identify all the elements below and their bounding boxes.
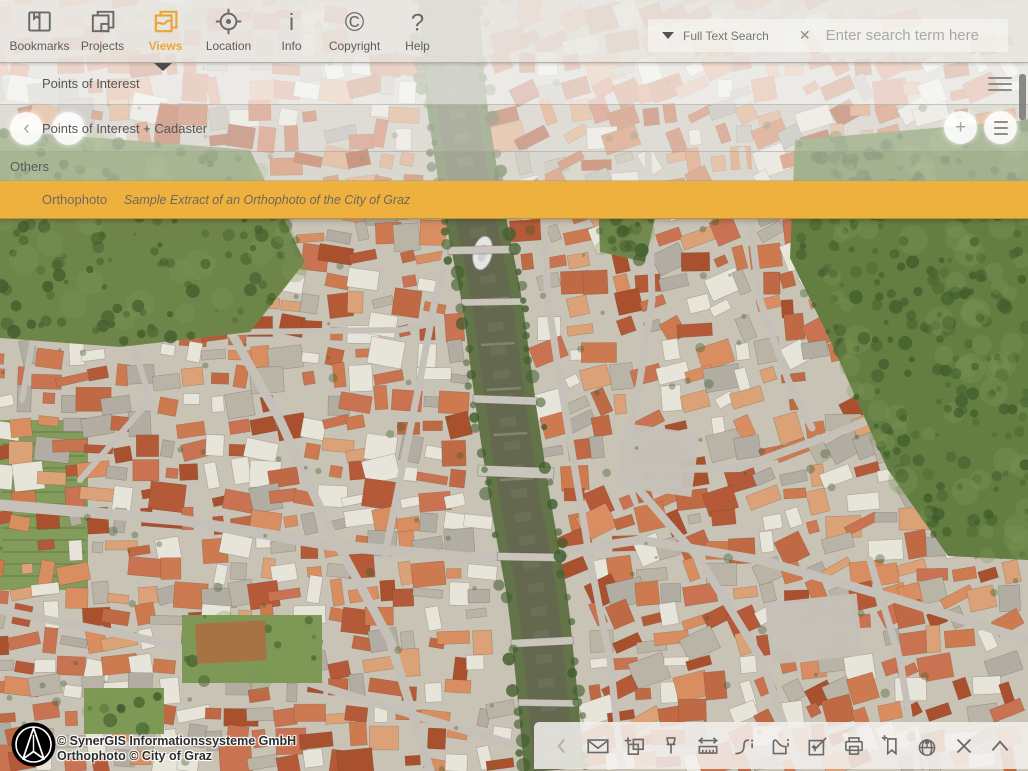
location-icon bbox=[214, 7, 243, 36]
toolbar-item-label: Help bbox=[405, 39, 430, 53]
toolbar-item-bookmarks[interactable]: Bookmarks bbox=[8, 7, 71, 53]
add-bookmark-icon[interactable] bbox=[878, 733, 904, 759]
edit-icon[interactable] bbox=[805, 733, 831, 759]
toolbar-item-label: Copyright bbox=[329, 39, 380, 53]
search-input[interactable] bbox=[824, 26, 1027, 45]
measure-icon[interactable] bbox=[695, 733, 721, 759]
toolbar-item-label: Info bbox=[281, 39, 301, 53]
toolbar-item-projects[interactable]: Projects bbox=[71, 7, 134, 53]
view-row-label: Points of Interest + Cadaster bbox=[42, 121, 207, 136]
view-group-others[interactable]: Others bbox=[0, 152, 1028, 181]
map-application: Bookmarks Projects Views Location bbox=[0, 0, 1028, 771]
chevron-left-icon: ‹ bbox=[23, 119, 29, 138]
bookmarks-icon bbox=[25, 7, 54, 36]
svg-text:i: i bbox=[289, 9, 294, 35]
globe-icon[interactable] bbox=[914, 733, 940, 759]
close-icon[interactable] bbox=[951, 733, 977, 759]
search-bar: Full Text Search ✕ bbox=[648, 19, 1008, 52]
search-mode-label[interactable]: Full Text Search bbox=[683, 29, 769, 43]
view-group-label: Others bbox=[10, 159, 49, 174]
menu-icon bbox=[994, 121, 1008, 135]
toolbar-item-location[interactable]: Location bbox=[197, 7, 260, 53]
previous-view-button[interactable]: ‹ bbox=[10, 112, 43, 145]
bottom-toolbar bbox=[534, 722, 1028, 769]
svg-text:?: ? bbox=[411, 10, 424, 36]
mail-icon[interactable] bbox=[585, 733, 611, 759]
pin-icon[interactable] bbox=[658, 733, 684, 759]
back-icon[interactable] bbox=[549, 733, 575, 759]
selected-view-description: Sample Extract of an Orthophoto of the C… bbox=[124, 193, 410, 207]
area-info-icon[interactable] bbox=[768, 733, 794, 759]
projects-icon bbox=[88, 7, 117, 36]
views-icon bbox=[151, 7, 180, 36]
collapse-icon[interactable] bbox=[987, 733, 1013, 759]
toolbar-item-info[interactable]: i Info bbox=[260, 7, 323, 53]
toolbar-item-label: Views bbox=[149, 39, 183, 53]
search-clear-icon[interactable]: ✕ bbox=[799, 27, 811, 44]
toolbar-item-label: Location bbox=[206, 39, 251, 53]
info-icon: i bbox=[277, 7, 306, 36]
line-info-icon[interactable] bbox=[731, 733, 757, 759]
copyright-icon: © bbox=[340, 7, 369, 36]
add-layers-icon[interactable] bbox=[622, 733, 648, 759]
active-tool-pointer bbox=[154, 63, 172, 71]
map-attribution: © SynerGIS Informationssysteme GmbH Orth… bbox=[57, 734, 296, 764]
views-panel: Points of Interest ‹ Points of Interest … bbox=[0, 63, 1028, 219]
panel-scrollbar-thumb[interactable] bbox=[1019, 74, 1026, 120]
attribution-line-2: Orthophoto © City of Graz bbox=[57, 749, 296, 764]
view-row-orthophoto-selected[interactable]: Orthophoto Sample Extract of an Orthopho… bbox=[0, 181, 1028, 219]
north-arrow-logo bbox=[11, 722, 56, 767]
toolbar-item-copyright[interactable]: © Copyright bbox=[323, 7, 386, 53]
row-menu-icon[interactable] bbox=[988, 77, 1012, 91]
search-mode-dropdown-icon[interactable] bbox=[662, 32, 674, 39]
add-view-button[interactable]: + bbox=[944, 111, 977, 144]
attribution-line-1: © SynerGIS Informationssysteme GmbH bbox=[57, 734, 296, 749]
toolbar-item-label: Projects bbox=[81, 39, 124, 53]
view-row-label: Points of Interest bbox=[42, 76, 140, 91]
toolbar-item-help[interactable]: ? Help bbox=[386, 7, 449, 53]
view-list-button[interactable] bbox=[984, 111, 1017, 144]
view-row-points-of-interest-cadaster[interactable]: ‹ Points of Interest + Cadaster + bbox=[0, 105, 1028, 152]
print-icon[interactable] bbox=[841, 733, 867, 759]
toolbar-item-label: Bookmarks bbox=[9, 39, 69, 53]
svg-text:©: © bbox=[345, 7, 365, 36]
help-icon: ? bbox=[403, 7, 432, 36]
selected-view-label: Orthophoto bbox=[42, 192, 107, 207]
toolbar-item-views[interactable]: Views bbox=[134, 7, 197, 53]
plus-icon: + bbox=[955, 118, 966, 137]
